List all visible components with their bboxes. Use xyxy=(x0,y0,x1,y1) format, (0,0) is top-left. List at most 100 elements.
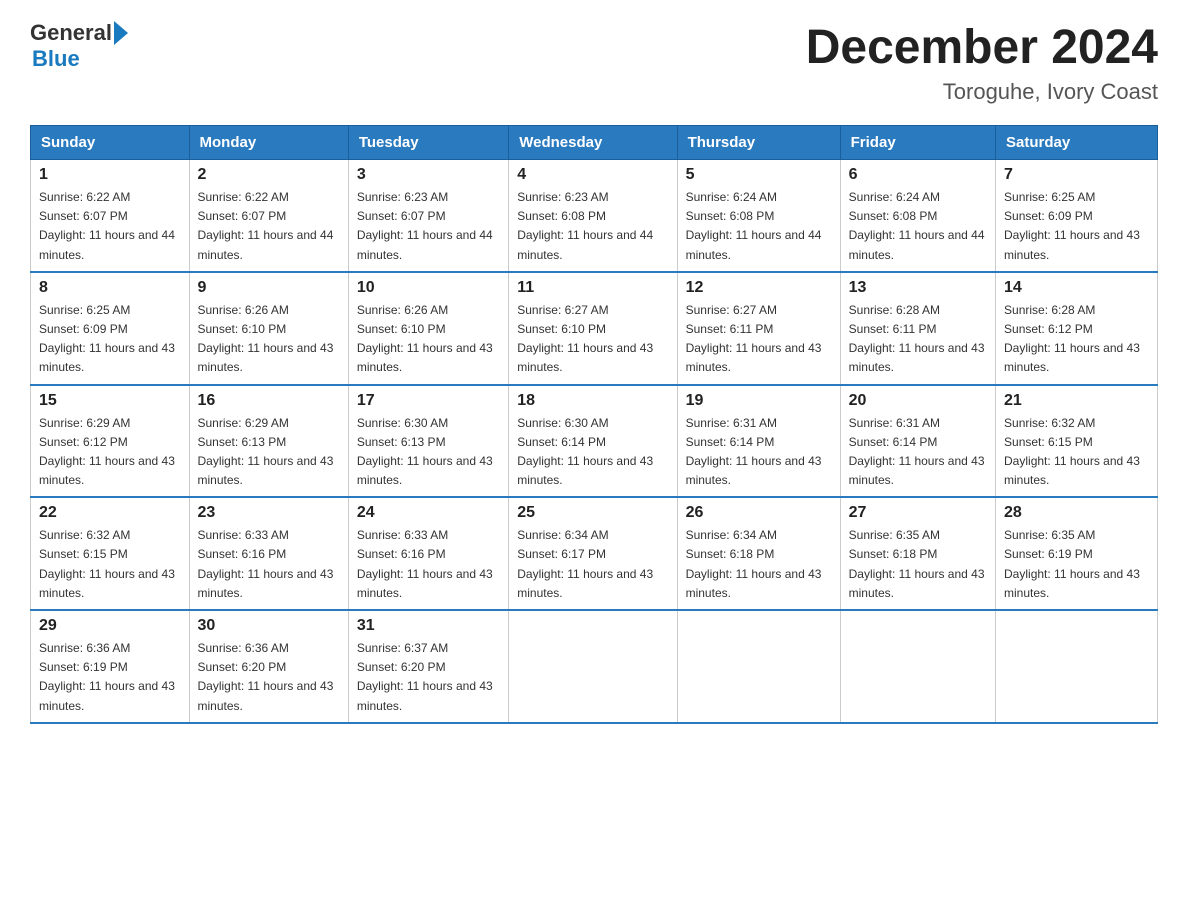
day-number: 12 xyxy=(686,279,832,297)
day-number: 31 xyxy=(357,617,500,635)
calendar-cell: 4 Sunrise: 6:23 AMSunset: 6:08 PMDaylight… xyxy=(509,160,677,272)
day-number: 25 xyxy=(517,504,668,522)
calendar-header-wednesday: Wednesday xyxy=(509,126,677,160)
calendar-week-row: 15Sunrise: 6:29 AMSunset: 6:12 PMDayligh… xyxy=(31,385,1158,498)
calendar-header-monday: Monday xyxy=(189,126,348,160)
calendar-cell: 27 Sunrise: 6:35 AMSunset: 6:18 PMDayligh… xyxy=(840,497,995,610)
calendar-header-thursday: Thursday xyxy=(677,126,840,160)
calendar-cell: 7 Sunrise: 6:25 AMSunset: 6:09 PMDaylight… xyxy=(996,160,1158,272)
logo: General Blue xyxy=(30,20,128,72)
day-info: Sunrise: 6:23 AMSunset: 6:07 PMDaylight:… xyxy=(357,188,500,265)
calendar-cell: 3 Sunrise: 6:23 AMSunset: 6:07 PMDaylight… xyxy=(348,160,508,272)
day-info: Sunrise: 6:30 AMSunset: 6:13 PMDaylight:… xyxy=(357,414,500,491)
day-number: 10 xyxy=(357,279,500,297)
day-number: 30 xyxy=(198,617,340,635)
logo-arrow-icon xyxy=(114,21,128,45)
calendar-cell: 9 Sunrise: 6:26 AMSunset: 6:10 PMDaylight… xyxy=(189,272,348,385)
day-number: 27 xyxy=(849,504,987,522)
calendar-cell: 22 Sunrise: 6:32 AMSunset: 6:15 PMDayligh… xyxy=(31,497,190,610)
calendar-cell: 23Sunrise: 6:33 AMSunset: 6:16 PMDayligh… xyxy=(189,497,348,610)
day-info: Sunrise: 6:36 AMSunset: 6:19 PMDaylight:… xyxy=(39,639,181,716)
day-info: Sunrise: 6:23 AMSunset: 6:08 PMDaylight:… xyxy=(517,188,668,265)
calendar-cell: 6 Sunrise: 6:24 AMSunset: 6:08 PMDaylight… xyxy=(840,160,995,272)
day-number: 4 xyxy=(517,166,668,184)
day-number: 22 xyxy=(39,504,181,522)
main-title: December 2024 xyxy=(806,20,1158,75)
calendar-cell: 2 Sunrise: 6:22 AMSunset: 6:07 PMDaylight… xyxy=(189,160,348,272)
day-number: 9 xyxy=(198,279,340,297)
day-info: Sunrise: 6:29 AMSunset: 6:13 PMDaylight:… xyxy=(198,414,340,491)
day-info: Sunrise: 6:25 AMSunset: 6:09 PMDaylight:… xyxy=(1004,188,1149,265)
day-info: Sunrise: 6:27 AMSunset: 6:10 PMDaylight:… xyxy=(517,301,668,378)
day-number: 7 xyxy=(1004,166,1149,184)
day-number: 29 xyxy=(39,617,181,635)
day-info: Sunrise: 6:24 AMSunset: 6:08 PMDaylight:… xyxy=(849,188,987,265)
calendar-cell: 16 Sunrise: 6:29 AMSunset: 6:13 PMDayligh… xyxy=(189,385,348,498)
day-number: 11 xyxy=(517,279,668,297)
day-info: Sunrise: 6:32 AMSunset: 6:15 PMDaylight:… xyxy=(39,526,181,603)
day-info: Sunrise: 6:36 AMSunset: 6:20 PMDaylight:… xyxy=(198,639,340,716)
calendar-cell: 15Sunrise: 6:29 AMSunset: 6:12 PMDayligh… xyxy=(31,385,190,498)
day-number: 24 xyxy=(357,504,500,522)
calendar-cell: 11 Sunrise: 6:27 AMSunset: 6:10 PMDayligh… xyxy=(509,272,677,385)
calendar-cell xyxy=(677,610,840,723)
logo-general-text: General xyxy=(30,20,112,46)
calendar-cell: 29 Sunrise: 6:36 AMSunset: 6:19 PMDayligh… xyxy=(31,610,190,723)
calendar-cell: 21 Sunrise: 6:32 AMSunset: 6:15 PMDayligh… xyxy=(996,385,1158,498)
day-number: 26 xyxy=(686,504,832,522)
calendar-week-row: 22 Sunrise: 6:32 AMSunset: 6:15 PMDayligh… xyxy=(31,497,1158,610)
calendar-cell xyxy=(996,610,1158,723)
day-number: 5 xyxy=(686,166,832,184)
day-info: Sunrise: 6:34 AMSunset: 6:18 PMDaylight:… xyxy=(686,526,832,603)
calendar-cell: 25 Sunrise: 6:34 AMSunset: 6:17 PMDayligh… xyxy=(509,497,677,610)
day-info: Sunrise: 6:26 AMSunset: 6:10 PMDaylight:… xyxy=(357,301,500,378)
calendar-cell: 10 Sunrise: 6:26 AMSunset: 6:10 PMDayligh… xyxy=(348,272,508,385)
calendar-week-row: 29 Sunrise: 6:36 AMSunset: 6:19 PMDayligh… xyxy=(31,610,1158,723)
subtitle: Toroguhe, Ivory Coast xyxy=(806,79,1158,105)
day-number: 18 xyxy=(517,392,668,410)
calendar-cell xyxy=(509,610,677,723)
day-info: Sunrise: 6:28 AMSunset: 6:12 PMDaylight:… xyxy=(1004,301,1149,378)
calendar-header-row: SundayMondayTuesdayWednesdayThursdayFrid… xyxy=(31,126,1158,160)
calendar-week-row: 8 Sunrise: 6:25 AMSunset: 6:09 PMDaylight… xyxy=(31,272,1158,385)
day-number: 1 xyxy=(39,166,181,184)
day-info: Sunrise: 6:35 AMSunset: 6:19 PMDaylight:… xyxy=(1004,526,1149,603)
calendar-cell: 17 Sunrise: 6:30 AMSunset: 6:13 PMDayligh… xyxy=(348,385,508,498)
day-info: Sunrise: 6:35 AMSunset: 6:18 PMDaylight:… xyxy=(849,526,987,603)
day-info: Sunrise: 6:22 AMSunset: 6:07 PMDaylight:… xyxy=(39,188,181,265)
day-info: Sunrise: 6:26 AMSunset: 6:10 PMDaylight:… xyxy=(198,301,340,378)
day-info: Sunrise: 6:28 AMSunset: 6:11 PMDaylight:… xyxy=(849,301,987,378)
logo-blue-text: Blue xyxy=(32,46,128,72)
calendar-cell: 5Sunrise: 6:24 AMSunset: 6:08 PMDaylight… xyxy=(677,160,840,272)
day-number: 16 xyxy=(198,392,340,410)
calendar-cell: 31 Sunrise: 6:37 AMSunset: 6:20 PMDayligh… xyxy=(348,610,508,723)
day-number: 6 xyxy=(849,166,987,184)
day-info: Sunrise: 6:34 AMSunset: 6:17 PMDaylight:… xyxy=(517,526,668,603)
day-number: 14 xyxy=(1004,279,1149,297)
day-info: Sunrise: 6:33 AMSunset: 6:16 PMDaylight:… xyxy=(357,526,500,603)
day-info: Sunrise: 6:31 AMSunset: 6:14 PMDaylight:… xyxy=(849,414,987,491)
day-info: Sunrise: 6:29 AMSunset: 6:12 PMDaylight:… xyxy=(39,414,181,491)
day-number: 17 xyxy=(357,392,500,410)
calendar-cell: 28Sunrise: 6:35 AMSunset: 6:19 PMDayligh… xyxy=(996,497,1158,610)
day-number: 21 xyxy=(1004,392,1149,410)
day-info: Sunrise: 6:25 AMSunset: 6:09 PMDaylight:… xyxy=(39,301,181,378)
day-number: 2 xyxy=(198,166,340,184)
calendar-cell: 8 Sunrise: 6:25 AMSunset: 6:09 PMDaylight… xyxy=(31,272,190,385)
calendar-cell: 14 Sunrise: 6:28 AMSunset: 6:12 PMDayligh… xyxy=(996,272,1158,385)
calendar-table: SundayMondayTuesdayWednesdayThursdayFrid… xyxy=(30,125,1158,724)
calendar-header-sunday: Sunday xyxy=(31,126,190,160)
day-number: 3 xyxy=(357,166,500,184)
day-info: Sunrise: 6:22 AMSunset: 6:07 PMDaylight:… xyxy=(198,188,340,265)
day-number: 20 xyxy=(849,392,987,410)
day-info: Sunrise: 6:32 AMSunset: 6:15 PMDaylight:… xyxy=(1004,414,1149,491)
day-number: 8 xyxy=(39,279,181,297)
page-header: General Blue December 2024 Toroguhe, Ivo… xyxy=(30,20,1158,105)
calendar-cell: 26 Sunrise: 6:34 AMSunset: 6:18 PMDayligh… xyxy=(677,497,840,610)
day-number: 19 xyxy=(686,392,832,410)
title-area: December 2024 Toroguhe, Ivory Coast xyxy=(806,20,1158,105)
calendar-cell: 1 Sunrise: 6:22 AMSunset: 6:07 PMDaylight… xyxy=(31,160,190,272)
calendar-cell: 24 Sunrise: 6:33 AMSunset: 6:16 PMDayligh… xyxy=(348,497,508,610)
day-info: Sunrise: 6:37 AMSunset: 6:20 PMDaylight:… xyxy=(357,639,500,716)
day-number: 23 xyxy=(198,504,340,522)
